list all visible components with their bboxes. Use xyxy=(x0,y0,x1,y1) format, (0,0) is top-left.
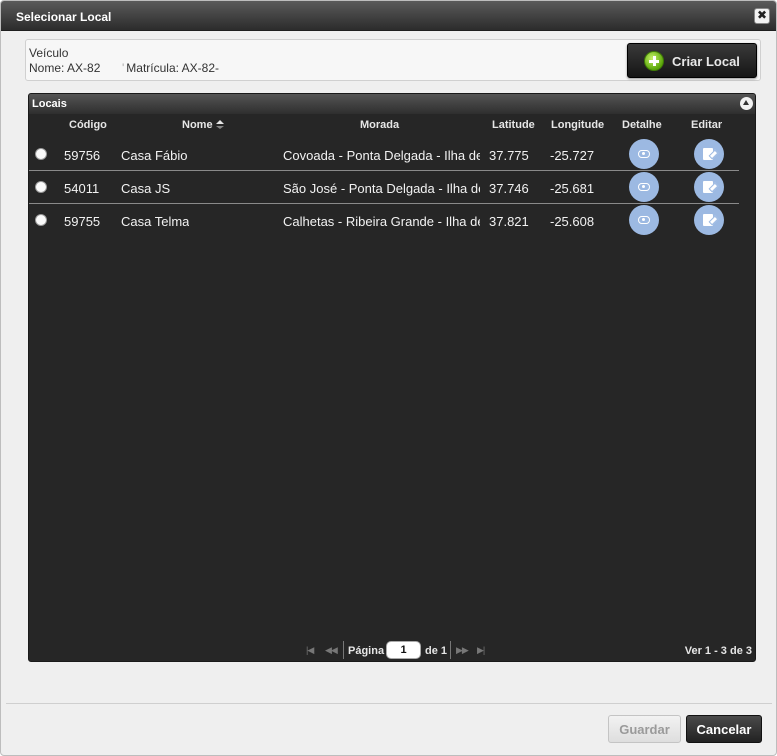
create-location-label: Criar Local xyxy=(672,54,740,69)
panel-title: Locais xyxy=(32,98,67,110)
sort-icon xyxy=(215,120,224,129)
select-location-dialog: Selecionar Local ✖ Veículo Nome: AX-82 M… xyxy=(0,0,777,756)
cell-morada: São José - Ponta Delgada - Ilha de xyxy=(283,181,480,196)
plus-icon xyxy=(644,51,664,71)
previous-page-icon[interactable]: ◀◀ xyxy=(325,645,338,656)
next-page-icon[interactable]: ▶▶ xyxy=(456,645,469,656)
first-page-icon[interactable]: |◀ xyxy=(306,645,314,656)
cell-codigo: 59755 xyxy=(64,214,101,229)
edit-button[interactable] xyxy=(694,172,724,202)
edit-button[interactable] xyxy=(694,139,724,169)
cell-latitude: 37.775 xyxy=(489,148,529,163)
panel-header: Locais xyxy=(29,94,755,114)
eye-icon xyxy=(638,216,650,224)
close-icon: ✖ xyxy=(756,8,768,22)
edit-icon xyxy=(703,214,713,226)
dialog-titlebar: Selecionar Local ✖ xyxy=(1,1,776,31)
column-header-nome[interactable]: Nome xyxy=(182,119,224,131)
close-button[interactable]: ✖ xyxy=(754,8,770,24)
column-header-latitude[interactable]: Latitude xyxy=(492,119,535,131)
save-button[interactable]: Guardar xyxy=(608,715,681,743)
detail-button[interactable] xyxy=(629,139,659,169)
column-header-editar: Editar xyxy=(691,119,723,131)
column-header-codigo[interactable]: Código xyxy=(69,119,107,131)
collapse-button[interactable] xyxy=(740,97,753,110)
cell-latitude: 37.821 xyxy=(489,214,529,229)
column-header-nome-label: Nome xyxy=(182,119,213,131)
column-header-longitude[interactable]: Longitude xyxy=(551,119,604,131)
row-select-radio[interactable] xyxy=(35,214,47,226)
page-label: Página xyxy=(348,645,385,657)
cell-latitude: 37.746 xyxy=(489,181,529,196)
create-location-button[interactable]: Criar Local xyxy=(627,43,757,78)
vehicle-name: Nome: AX-82 xyxy=(29,61,101,75)
edit-icon xyxy=(703,148,713,160)
row-select-radio[interactable] xyxy=(35,148,47,160)
column-header-detalhe: Detalhe xyxy=(622,119,662,131)
vehicle-plate: Matrícula: AX-82- xyxy=(122,61,219,75)
cell-nome: Casa JS xyxy=(121,181,171,196)
pager-info: Ver 1 - 3 de 3 xyxy=(684,645,752,657)
table-row[interactable]: 59756 Casa Fábio Covoada - Ponta Delgada… xyxy=(29,138,739,171)
page-total-label: de 1 xyxy=(425,645,448,657)
eye-icon xyxy=(638,183,650,191)
eye-icon xyxy=(638,150,650,158)
detail-button[interactable] xyxy=(629,205,659,235)
locations-panel: Locais Código Nome Morada Latitude Longi… xyxy=(28,93,756,662)
table-row[interactable]: 59755 Casa Telma Calhetas - Ribeira Gran… xyxy=(29,204,739,237)
page-number-input[interactable]: 1 xyxy=(386,641,421,659)
pagination-bar: |◀ ◀◀ Página 1 de 1 ▶▶ ▶| Ver 1 - 3 de 3 xyxy=(29,638,755,661)
footer-divider xyxy=(6,703,772,704)
cell-longitude: -25.681 xyxy=(550,181,594,196)
row-select-radio[interactable] xyxy=(35,181,47,193)
edit-icon xyxy=(703,181,713,193)
cell-longitude: -25.608 xyxy=(550,214,594,229)
pager-divider xyxy=(450,641,451,659)
cell-codigo: 54011 xyxy=(64,181,100,196)
cell-morada: Covoada - Ponta Delgada - Ilha de xyxy=(283,148,480,163)
cell-longitude: -25.727 xyxy=(550,148,594,163)
cell-codigo: 59756 xyxy=(64,148,101,163)
cell-nome: Casa Fábio xyxy=(121,148,188,163)
last-page-icon[interactable]: ▶| xyxy=(477,645,485,656)
cancel-button[interactable]: Cancelar xyxy=(686,715,762,743)
detail-button[interactable] xyxy=(629,172,659,202)
cell-nome: Casa Telma xyxy=(121,214,190,229)
cell-morada: Calhetas - Ribeira Grande - Ilha de xyxy=(283,214,480,229)
edit-button[interactable] xyxy=(694,205,724,235)
dialog-title: Selecionar Local xyxy=(16,10,112,24)
vehicle-label: Veículo xyxy=(29,46,69,60)
column-header-morada[interactable]: Morada xyxy=(360,119,399,131)
table-row[interactable]: 54011 Casa JS São José - Ponta Delgada -… xyxy=(29,171,739,204)
pager-divider xyxy=(343,641,344,659)
